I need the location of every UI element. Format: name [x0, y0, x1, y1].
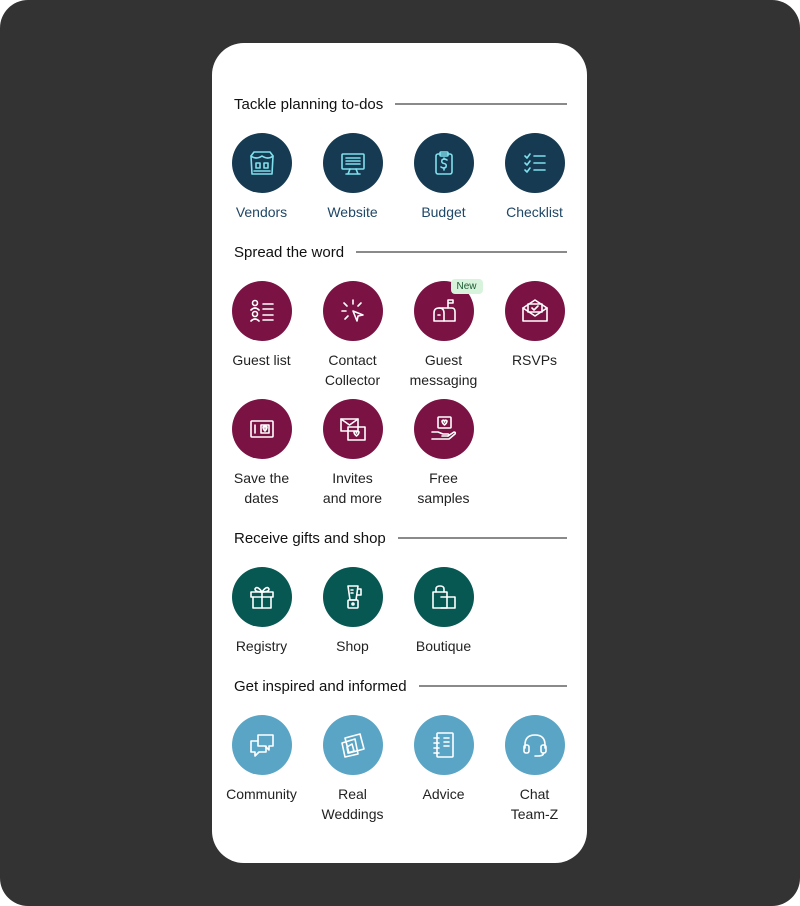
- tile-label: Shop: [336, 638, 369, 654]
- section-title: Receive gifts and shop: [234, 529, 386, 547]
- section-header-spread: Spread the word: [234, 242, 567, 262]
- checklist-icon: [504, 133, 565, 193]
- section-divider: [418, 685, 567, 687]
- save-the-date-card-icon: [231, 399, 292, 459]
- section-header-inspired: Get inspired and informed: [234, 676, 567, 696]
- section-title: Get inspired and informed: [234, 677, 407, 695]
- tile-real-weddings[interactable]: Real Weddings: [307, 715, 398, 824]
- tile-rsvps[interactable]: RSVPs: [489, 281, 580, 370]
- monitor-icon: [322, 133, 383, 193]
- tile-label: Collector: [324, 372, 381, 388]
- hand-heart-icon: [413, 399, 474, 459]
- menu-card: Tackle planning to-dos Vendors Website B…: [212, 43, 587, 863]
- tile-label: and more: [322, 490, 383, 506]
- new-badge: New: [450, 279, 483, 294]
- tile-label: Community: [226, 786, 297, 802]
- tile-budget[interactable]: Budget: [398, 133, 489, 222]
- section-title: Spread the word: [234, 243, 345, 261]
- headset-icon: [504, 715, 565, 775]
- tile-chat-team-z[interactable]: Chat Team-Z: [489, 715, 580, 824]
- tile-community[interactable]: Community: [216, 715, 307, 804]
- tile-label: Vendors: [235, 204, 288, 220]
- section-divider: [395, 103, 567, 105]
- tile-label: Chat: [519, 786, 550, 802]
- tile-guest-messaging[interactable]: New Guest messaging: [398, 279, 489, 390]
- tile-shop[interactable]: Shop: [307, 567, 398, 656]
- tile-checklist[interactable]: Checklist: [489, 133, 580, 222]
- tile-label: Contact: [328, 352, 377, 368]
- tile-invites[interactable]: Invites and more: [307, 399, 398, 508]
- tile-label: Guest: [424, 352, 463, 368]
- tile-free-samples[interactable]: Free samples: [398, 399, 489, 508]
- tile-label: Invites: [332, 470, 373, 486]
- cursor-click-icon: [322, 281, 383, 341]
- blender-icon: [322, 567, 383, 627]
- budget-clipboard-dollar-icon: [413, 133, 474, 193]
- tile-label: messaging: [409, 372, 478, 388]
- envelope-check-icon: [504, 281, 565, 341]
- tile-label: Checklist: [506, 204, 563, 220]
- tile-label: Free: [429, 470, 458, 486]
- tile-label: dates: [244, 490, 279, 506]
- tile-label: samples: [417, 490, 470, 506]
- tile-boutique[interactable]: Boutique: [398, 567, 489, 656]
- tile-label: Weddings: [321, 806, 384, 822]
- photos-icon: [322, 715, 383, 775]
- screen-background: Tackle planning to-dos Vendors Website B…: [0, 0, 800, 906]
- chat-bubbles-icon: [231, 715, 292, 775]
- section-divider: [397, 537, 567, 539]
- tile-label: RSVPs: [511, 352, 558, 368]
- vendors-store-icon: [231, 133, 292, 193]
- tile-registry[interactable]: Registry: [216, 567, 307, 656]
- gift-icon: [231, 567, 292, 627]
- tile-label: Budget: [421, 204, 466, 220]
- section-header-gifts: Receive gifts and shop: [234, 528, 567, 548]
- tile-website[interactable]: Website: [307, 133, 398, 222]
- section-header-planning: Tackle planning to-dos: [234, 94, 567, 114]
- tile-label: Team-Z: [510, 806, 559, 822]
- section-divider: [356, 251, 567, 253]
- section-title: Tackle planning to-dos: [234, 95, 384, 113]
- tile-label: Advice: [422, 786, 465, 802]
- tile-label: Guest list: [232, 352, 291, 368]
- mailbox-icon: New: [413, 279, 483, 341]
- tile-label: Save the: [233, 470, 290, 486]
- tile-vendors[interactable]: Vendors: [216, 133, 307, 222]
- tile-contact-collector[interactable]: Contact Collector: [307, 281, 398, 390]
- tile-label: Registry: [235, 638, 288, 654]
- tile-guest-list[interactable]: Guest list: [216, 281, 307, 370]
- tile-label: Website: [327, 204, 378, 220]
- notebook-icon: [413, 715, 474, 775]
- tile-save-the-dates[interactable]: Save the dates: [216, 399, 307, 508]
- shopping-bag-icon: [413, 567, 474, 627]
- tile-advice[interactable]: Advice: [398, 715, 489, 804]
- tile-label: Real: [338, 786, 367, 802]
- guest-list-icon: [231, 281, 292, 341]
- invites-envelope-icon: [322, 399, 383, 459]
- tile-label: Boutique: [415, 638, 472, 654]
